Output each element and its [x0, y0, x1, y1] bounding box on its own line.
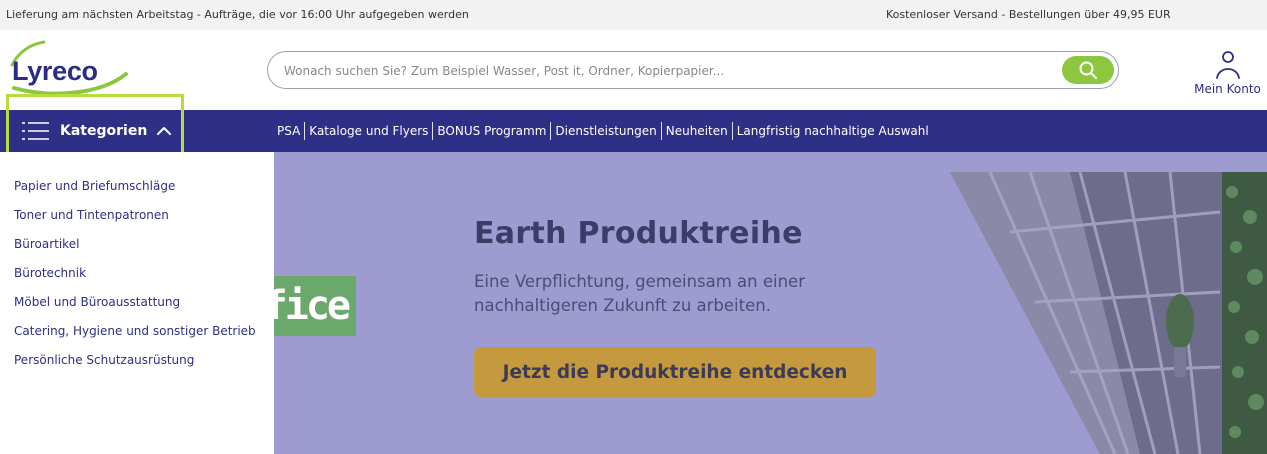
chevron-up-icon [157, 127, 172, 135]
search-icon [1079, 61, 1097, 79]
category-item-moebel[interactable]: Möbel und Büroausstattung [14, 294, 256, 323]
promo-banner[interactable]: fice Earth Produktreihe Eine Verpflichtu… [274, 152, 1267, 454]
banner-cta-button[interactable]: Jetzt die Produktreihe entdecken [474, 347, 876, 397]
banner-side-fragment: fice [274, 276, 356, 336]
nav-link-neuheiten[interactable]: Neuheiten [662, 124, 732, 138]
nav-divider [304, 122, 306, 140]
nav-link-kataloge[interactable]: Kataloge und Flyers [305, 124, 432, 138]
office-photo-image [950, 172, 1267, 454]
search-bar [267, 51, 1119, 89]
site-header: Lyreco Mein Konto [0, 30, 1267, 110]
nav-link-bonus[interactable]: BONUS Programm [433, 124, 550, 138]
lyreco-logo[interactable]: Lyreco [10, 40, 130, 100]
user-icon [1215, 51, 1240, 79]
categories-label: Kategorien [60, 123, 148, 139]
category-item-papier[interactable]: Papier und Briefumschläge [14, 178, 256, 207]
categories-menu: Papier und Briefumschläge Toner und Tint… [0, 152, 274, 454]
account-label: Mein Konto [1194, 82, 1261, 96]
top-info-bar: Lieferung am nächsten Arbeitstag - Auftr… [0, 0, 1267, 30]
nav-divider [731, 122, 733, 140]
category-item-catering[interactable]: Catering, Hygiene und sonstiger Betrieb [14, 323, 256, 352]
main-navigation: Kategorien PSA Kataloge und Flyers BONUS… [0, 110, 1267, 152]
nav-links: PSA Kataloge und Flyers BONUS Programm D… [275, 110, 933, 152]
category-item-psa[interactable]: Persönliche Schutzausrüstung [14, 352, 256, 381]
search-input[interactable] [282, 60, 1046, 82]
account-link[interactable]: Mein Konto [1188, 50, 1267, 104]
nav-divider [432, 122, 434, 140]
category-item-buerotechnik[interactable]: Bürotechnik [14, 265, 256, 294]
nav-link-dienstleistungen[interactable]: Dienstleistungen [551, 124, 660, 138]
categories-toggle[interactable]: Kategorien [22, 110, 172, 152]
logo-text: Lyreco [12, 56, 98, 86]
hamburger-icon [22, 122, 49, 140]
search-button[interactable] [1062, 56, 1114, 84]
category-item-bueroartikel[interactable]: Büroartikel [14, 236, 256, 265]
free-shipping-info: Kostenloser Versand - Bestellungen über … [886, 8, 1171, 21]
nav-divider [660, 122, 662, 140]
delivery-info: Lieferung am nächsten Arbeitstag - Auftr… [6, 8, 469, 21]
nav-link-psa[interactable]: PSA [275, 124, 304, 138]
banner-subtitle: Eine Verpflichtung, gemeinsam an einer n… [474, 272, 805, 315]
banner-title: Earth Produktreihe [474, 216, 803, 251]
nav-link-nachhaltig[interactable]: Langfristig nachhaltige Auswahl [733, 124, 933, 138]
category-item-toner[interactable]: Toner und Tintenpatronen [14, 207, 256, 236]
nav-divider [550, 122, 552, 140]
